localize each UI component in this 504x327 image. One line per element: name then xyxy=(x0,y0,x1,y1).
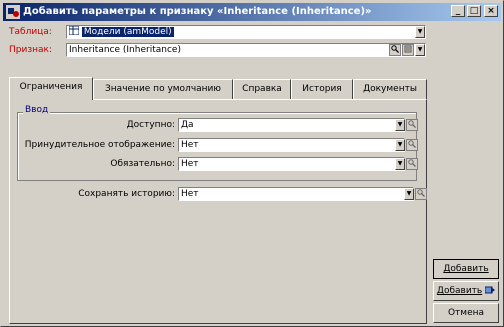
tab-default-value[interactable]: Значение по умолчанию xyxy=(93,79,233,99)
maximize-button[interactable]: □ xyxy=(467,5,481,17)
zoom-icon[interactable] xyxy=(389,44,401,56)
input-group-title: Ввод xyxy=(23,105,51,115)
forced-display-zoom-icon[interactable] xyxy=(406,139,418,151)
app-icon xyxy=(6,5,20,19)
save-history-field[interactable]: Нет xyxy=(178,187,414,201)
add-more-icon xyxy=(484,286,496,294)
table-icon xyxy=(68,26,80,36)
save-history-zoom-icon[interactable] xyxy=(415,188,427,200)
mandatory-dropdown-icon[interactable]: ▼ xyxy=(395,158,405,170)
mandatory-zoom-icon[interactable] xyxy=(406,158,418,170)
table-value: Модели (amModel) xyxy=(81,27,174,37)
feature-dropdown-icon[interactable]: ▼ xyxy=(415,44,425,56)
dialog-window: Добавить параметры к признаку «Inheritan… xyxy=(0,0,504,327)
table-dropdown-icon[interactable]: ▼ xyxy=(415,26,425,38)
add-more-button[interactable]: Добавить xyxy=(433,281,499,301)
window-title: Добавить параметры к признаку «Inheritan… xyxy=(23,6,372,17)
available-field[interactable]: Да xyxy=(178,118,405,132)
tab-help[interactable]: Справка xyxy=(233,79,291,99)
title-bar[interactable]: Добавить параметры к признаку «Inheritan… xyxy=(3,3,501,21)
tab-restrictions[interactable]: Ограничения xyxy=(9,77,93,100)
forced-display-dropdown-icon[interactable]: ▼ xyxy=(395,139,405,151)
mandatory-value: Нет xyxy=(181,159,199,169)
feature-label: Признак: xyxy=(9,45,52,55)
save-history-value: Нет xyxy=(181,189,199,199)
forced-display-value: Нет xyxy=(181,140,199,150)
mandatory-field[interactable]: Нет xyxy=(178,157,405,171)
save-history-dropdown-icon[interactable]: ▼ xyxy=(404,188,414,200)
forced-display-label: Принудительное отображение: xyxy=(24,140,175,150)
available-value: Да xyxy=(181,120,194,130)
cancel-button[interactable]: Отмена xyxy=(433,303,499,323)
mandatory-label: Обязательно: xyxy=(110,159,175,169)
cancel-button-label: Отмена xyxy=(447,308,485,318)
tab-documents[interactable]: Документы xyxy=(353,79,427,99)
add-button-label: Добавить xyxy=(443,264,489,274)
table-select[interactable]: Модели (amModel) xyxy=(66,25,426,39)
feature-value: Inheritance (Inheritance) xyxy=(69,45,181,55)
add-button[interactable]: Добавить xyxy=(433,259,499,279)
close-button[interactable]: × xyxy=(484,5,498,17)
minimize-button[interactable]: _ xyxy=(451,5,465,17)
detail-icon[interactable] xyxy=(402,44,414,56)
tab-history[interactable]: История xyxy=(291,79,353,99)
save-history-label: Сохранять историю: xyxy=(78,189,175,199)
table-label: Таблица: xyxy=(9,27,52,37)
feature-field[interactable]: Inheritance (Inheritance) xyxy=(66,43,426,57)
available-zoom-icon[interactable] xyxy=(406,119,418,131)
forced-display-field[interactable]: Нет xyxy=(178,138,405,152)
available-dropdown-icon[interactable]: ▼ xyxy=(395,119,405,131)
add-more-button-label: Добавить xyxy=(436,286,483,296)
available-label: Доступно: xyxy=(126,120,175,130)
